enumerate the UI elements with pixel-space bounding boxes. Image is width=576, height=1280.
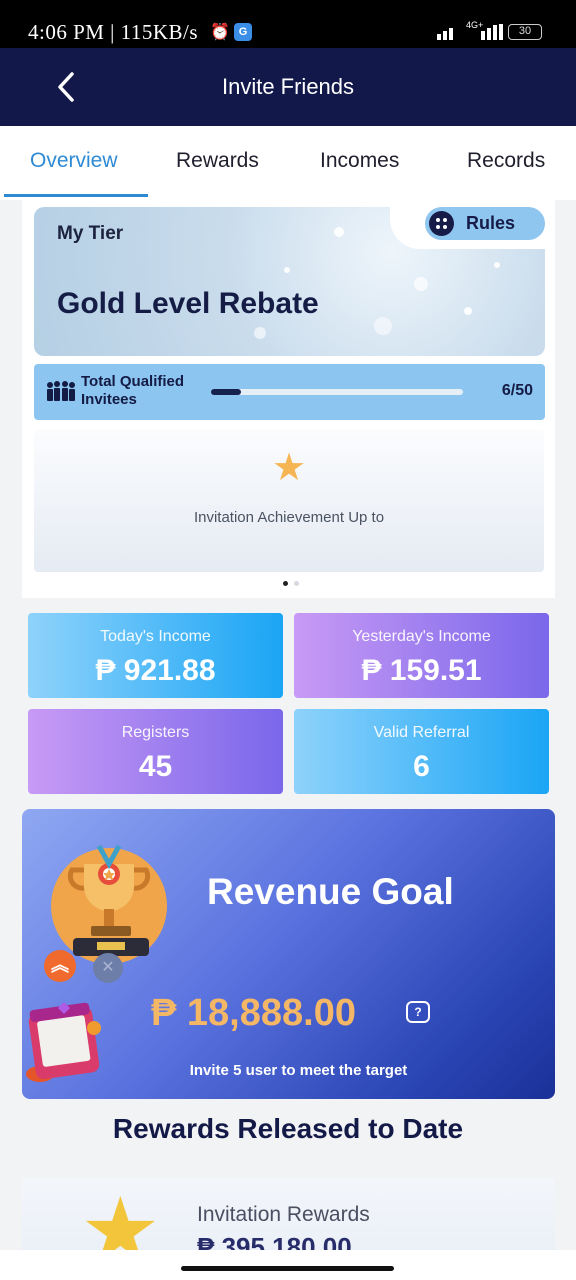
tab-records[interactable]: Records	[467, 149, 545, 173]
carousel-dot[interactable]	[283, 581, 288, 586]
tier-level-title: Gold Level Rebate	[57, 287, 319, 320]
achievement-panel: ★ Invitation Achievement Up to	[34, 430, 544, 572]
invitees-progress-fill	[211, 389, 242, 395]
valid-referral-label: Valid Referral	[373, 724, 470, 741]
tab-rewards[interactable]: Rewards	[176, 149, 259, 173]
tab-incomes[interactable]: Incomes	[320, 149, 399, 173]
carousel-dots	[283, 581, 307, 587]
people-icon	[47, 381, 75, 401]
page-title: Invite Friends	[221, 74, 355, 99]
registers-value: 45	[138, 750, 173, 783]
sparkle-decoration	[374, 317, 392, 335]
active-tab-indicator	[4, 194, 148, 197]
yesterday-income-label: Yesterday's Income	[352, 628, 491, 645]
qualified-invitees-bar: Total Qualified Invitees 6/50	[34, 364, 545, 420]
rewards-released-heading: Rewards Released to Date	[112, 1113, 464, 1144]
alarm-icon: ⏰	[210, 24, 230, 41]
status-time: 4:06 PM | 115KB/s	[28, 20, 199, 44]
app-notification-icon: G	[234, 23, 252, 41]
home-indicator[interactable]	[181, 1266, 394, 1271]
revenue-goal-amount: ₱ 18,888.00	[151, 992, 356, 1034]
network-type: 4G+	[466, 20, 484, 30]
carousel-dot[interactable]	[294, 581, 299, 586]
tab-bar: Overview Rewards Incomes Records	[0, 126, 576, 200]
sparkle-decoration	[254, 327, 266, 339]
sparkle-decoration	[284, 267, 290, 273]
rules-label: Rules	[466, 213, 516, 233]
help-icon[interactable]: ?	[406, 1001, 430, 1023]
today-income-label: Today's Income	[100, 628, 211, 645]
sparkle-decoration	[414, 277, 428, 291]
tab-overview[interactable]: Overview	[30, 149, 118, 173]
status-bar: 4:06 PM | 115KB/s ⏰ G 4G+ 30	[0, 0, 576, 48]
revenue-goal-title: Revenue Goal	[207, 871, 454, 912]
close-icon[interactable]: ✕	[93, 953, 123, 983]
yesterday-income-value: ₱ 159.51	[361, 654, 482, 687]
valid-referral-value: 6	[413, 750, 430, 783]
treasure-chest-icon[interactable]	[20, 1000, 108, 1090]
yesterday-income-card: Yesterday's Income ₱ 159.51	[294, 613, 549, 698]
trophy-icon	[51, 844, 167, 964]
registers-label: Registers	[121, 724, 190, 741]
home-indicator-area	[0, 1250, 576, 1280]
invitees-count: 6/50	[501, 382, 533, 399]
invitees-label: Total Qualified Invitees	[81, 373, 185, 408]
double-chevron-up-icon[interactable]: ︽	[44, 950, 76, 982]
star-icon: ★	[272, 447, 307, 489]
achievement-label: Invitation Achievement Up to	[193, 509, 385, 526]
sparkle-decoration	[494, 262, 500, 268]
rules-icon	[429, 211, 454, 236]
invitees-progress-track	[211, 389, 463, 395]
today-income-card: Today's Income ₱ 921.88	[28, 613, 283, 698]
top-nav-bar: Invite Friends	[0, 48, 576, 126]
my-tier-heading: My Tier	[57, 223, 124, 244]
registers-card: Registers 45	[28, 709, 283, 794]
today-income-value: ₱ 921.88	[95, 654, 216, 687]
rules-button[interactable]: Rules	[425, 207, 545, 240]
valid-referral-card: Valid Referral 6	[294, 709, 549, 794]
invitation-rewards-title: Invitation Rewards	[197, 1203, 370, 1226]
battery-icon: 30	[508, 24, 542, 40]
sparkle-decoration	[334, 227, 344, 237]
sparkle-decoration	[464, 307, 472, 315]
